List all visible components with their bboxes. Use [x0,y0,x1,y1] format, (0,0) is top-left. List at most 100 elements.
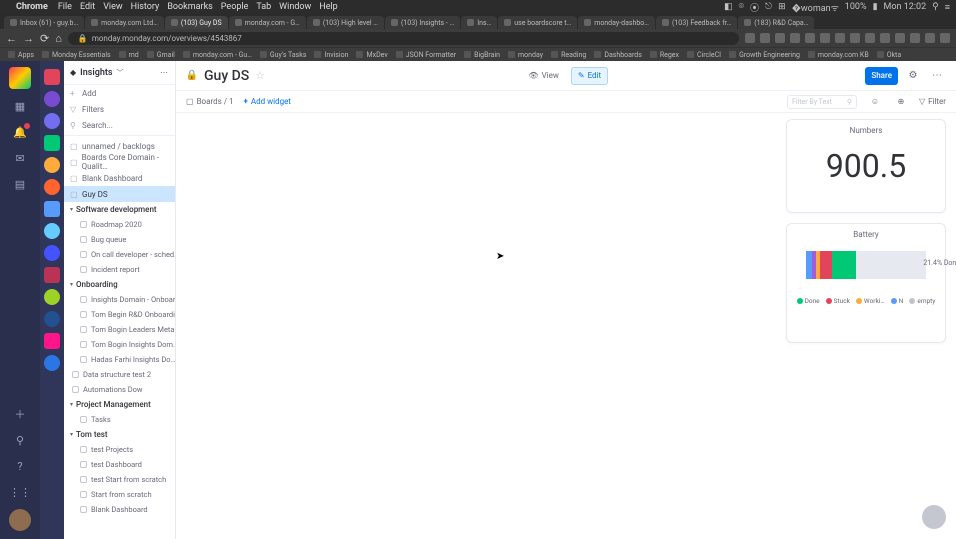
sidebar-board-item[interactable]: Insights Domain - Onboar… [64,292,175,307]
workspace-item[interactable] [44,311,60,327]
extension-icon[interactable] [895,33,905,43]
menubar-icon[interactable]: ⎋ [765,2,772,12]
mac-menu-item[interactable]: Bookmarks [167,2,212,12]
extension-icon[interactable] [865,33,875,43]
sidebar-board-item[interactable]: ▢unnamed / backlogs [64,138,175,154]
rail-calendar-icon[interactable]: ▤ [11,175,29,193]
browser-tab[interactable]: (103) High level … [307,16,384,29]
browser-tab[interactable]: monday-dashbo… [578,16,655,29]
settings-icon[interactable]: ⚙ [904,67,922,85]
more-icon[interactable]: ⋯ [928,67,946,85]
sidebar-group-header[interactable]: ▾Project Management [64,397,175,412]
sidebar-board-item[interactable]: Blank Dashboard [64,502,175,517]
browser-tab[interactable]: (103) Guy DS [165,16,228,29]
help-fab-icon[interactable] [922,505,946,529]
browser-tab[interactable]: monday.com Ltd… [85,16,164,29]
extension-icon[interactable] [745,33,755,43]
bookmark-item[interactable]: Reading [551,51,586,59]
mac-menu-item[interactable]: Window [279,2,311,12]
bookmark-item[interactable]: Monday Essentials [42,51,111,59]
bookmark-item[interactable]: Gmail [147,51,175,59]
bookmark-item[interactable]: Regex [650,51,679,59]
rail-search-icon[interactable]: ⚲ [11,431,29,449]
sidebar-board-item[interactable]: Tom Bogin Leaders Meta … [64,322,175,337]
sidebar-board-item[interactable]: test Start from scratch [64,472,175,487]
extension-icon[interactable] [820,33,830,43]
workspace-item[interactable] [44,91,60,107]
extension-icon[interactable] [790,33,800,43]
mac-menu-item[interactable]: Help [319,2,337,12]
mac-menu-item[interactable]: Tab [256,2,271,12]
star-icon[interactable]: ☆ [255,69,265,82]
monday-logo[interactable] [9,67,31,89]
sidebar-board-item[interactable]: ▢Blank Dashboard [64,170,175,186]
share-button[interactable]: Share [865,67,898,85]
workspace-item[interactable] [44,201,60,217]
bookmark-item[interactable]: md [119,51,139,59]
browser-tab[interactable]: Inbox (61) - guy.b… [4,16,84,29]
rail-inbox-icon[interactable]: ✉ [11,149,29,167]
sidebar-more-icon[interactable]: ⋯ [160,68,169,77]
workspace-item[interactable] [44,223,60,239]
workspace-item[interactable] [44,355,60,371]
workspace-item[interactable] [44,113,60,129]
sidebar-board-item[interactable]: Tasks [64,412,175,427]
workspace-item[interactable] [44,69,60,85]
dashboard-canvas[interactable]: ➤ Numbers 900.5 Battery 21.4% Done DoneS… [176,113,956,539]
workspace-item[interactable] [44,289,60,305]
sidebar-board-item[interactable]: ▢Boards Core Domain - Qualit… [64,154,175,170]
sidebar-board-item[interactable]: On call developer - sched… [64,247,175,262]
home-button[interactable]: ⌂ [55,32,62,45]
reload-button[interactable]: ⟳ [40,32,49,45]
widget-battery[interactable]: Battery 21.4% Done DoneStuckWorki…Nempty [786,223,946,343]
sidebar-board-item[interactable]: Bug queue [64,232,175,247]
sidebar-search[interactable]: ⚲Search... [64,117,175,133]
bookmark-item[interactable]: Growth Engineering [729,51,800,59]
sidebar-item-guy-ds[interactable]: ▢Guy DS [64,186,175,202]
filter-text-input[interactable]: Filter By Text⚲ [787,95,857,109]
page-title[interactable]: Guy DS [204,68,249,84]
extension-icon[interactable] [760,33,770,43]
bookmark-item[interactable]: BigBrain [464,51,500,59]
forward-button[interactable]: → [23,32,34,45]
sidebar-board-item[interactable]: Incident report [64,262,175,277]
extension-icon[interactable] [940,33,950,43]
menubar-icon[interactable]: ⌾ [739,2,744,12]
extension-icon[interactable] [880,33,890,43]
sidebar-board-item[interactable]: test Projects [64,442,175,457]
sidebar-board-item[interactable]: test Dashboard [64,457,175,472]
mac-menu-item[interactable]: File [58,2,72,12]
view-mode-button[interactable]: 👁View [522,67,564,85]
workspace-item[interactable] [44,333,60,349]
sidebar-board-item[interactable]: Roadmap 2020 [64,217,175,232]
wifi-icon[interactable]: �womanᯤ [792,1,839,14]
person-filter-icon[interactable]: ☺ [867,94,883,110]
menubar-icon[interactable]: ◧ [724,2,733,12]
mac-menu-item[interactable]: View [103,2,122,12]
address-bar[interactable]: 🔒 monday.monday.com/overviews/4543867 [68,32,739,45]
workspace-item[interactable] [44,135,60,151]
spotlight-icon[interactable]: ⚲ [932,2,939,12]
sidebar-board-item[interactable]: Hadas Farhi Insights Do… [64,352,175,367]
extension-icon[interactable] [925,33,935,43]
rail-home-icon[interactable]: ▦ [11,97,29,115]
bookmark-item[interactable]: Guy's Tasks [260,51,307,59]
menubar-icon[interactable]: ⊞ [778,2,786,12]
clock[interactable]: Mon 12:02 [884,2,927,12]
bookmark-item[interactable]: monday.com KB [808,51,869,59]
mac-menu-item[interactable]: People [221,2,249,12]
edit-mode-button[interactable]: ✎Edit [571,67,608,85]
menubar-icon[interactable]: ⦿ [750,1,759,14]
back-button[interactable]: ← [6,32,17,45]
extension-icon[interactable] [850,33,860,43]
mac-menu-item[interactable]: Edit [80,2,95,12]
extension-icon[interactable] [835,33,845,43]
browser-tab[interactable]: (103) Insights - … [385,16,460,29]
sidebar-board-item[interactable]: Automations Dow [64,382,175,397]
bookmark-item[interactable]: Okta [877,51,901,59]
browser-tab[interactable]: (183) R&D Capa… [738,16,814,29]
filter-button[interactable]: ▽Filter [919,97,946,106]
bookmark-item[interactable]: monday.com - Gu… [183,51,252,59]
bookmark-item[interactable]: Apps [8,51,34,59]
browser-tab[interactable]: Ins… [461,16,497,29]
